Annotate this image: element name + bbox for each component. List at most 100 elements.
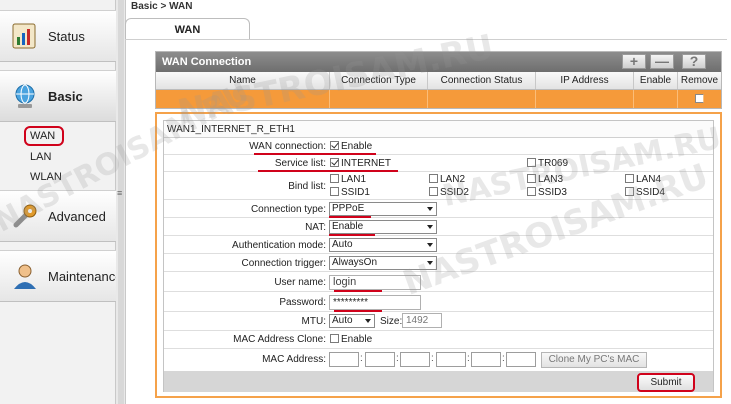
wan-connection-label: WAN connection:	[249, 141, 326, 152]
service-internet[interactable]: INTERNET	[330, 158, 391, 169]
nat-value: Enable	[332, 221, 364, 232]
bind-ssid2-label: SSID2	[440, 187, 469, 198]
chevron-down-icon	[427, 243, 433, 247]
tab-divider	[125, 39, 727, 40]
cell-remove	[678, 90, 721, 108]
mac-clone-enable-label: Enable	[341, 334, 373, 345]
wan-connection-enable-label: Enable	[341, 141, 373, 152]
bind-ssid3[interactable]: SSID3	[527, 187, 567, 198]
mac-separator: :	[467, 353, 470, 364]
auth-mode-select[interactable]: Auto	[329, 238, 437, 252]
bind-ssid2-checkbox[interactable]	[429, 187, 438, 196]
wan-form: WAN1_INTERNET_R_ETH1 WAN connection: Ena…	[163, 120, 714, 392]
password-input[interactable]: *********	[329, 295, 421, 310]
nat-select[interactable]: Enable	[329, 220, 437, 234]
bind-ssid3-checkbox[interactable]	[527, 187, 536, 196]
bind-lan1-checkbox[interactable]	[330, 174, 339, 183]
sidebar-item-basic[interactable]: Basic	[0, 70, 116, 122]
bind-ssid1[interactable]: SSID1	[330, 187, 370, 198]
column-header-connection-status: Connection Status	[428, 72, 536, 89]
username-input[interactable]: login	[329, 275, 421, 290]
sidebar-scroll-thumb[interactable]	[118, 0, 124, 404]
bind-lan4-checkbox[interactable]	[625, 174, 634, 183]
bind-ssid4[interactable]: SSID4	[625, 187, 665, 198]
cell-name	[156, 90, 330, 108]
mac-clone-checkbox[interactable]	[330, 334, 339, 343]
submit-button[interactable]: Submit	[637, 373, 695, 392]
service-tr069-checkbox[interactable]	[527, 158, 536, 167]
bind-lan4-label: LAN4	[636, 174, 662, 185]
wan-connection-checkbox[interactable]	[330, 141, 339, 150]
mac-octet-input[interactable]	[329, 352, 359, 367]
connection-type-select[interactable]: PPPoE	[329, 202, 437, 216]
service-tr069-label: TR069	[538, 158, 569, 169]
bind-ssid4-checkbox[interactable]	[625, 187, 634, 196]
tab-wan[interactable]: WAN	[125, 18, 250, 40]
wan-connection-enable[interactable]: Enable	[330, 141, 372, 152]
auth-mode-value: Auto	[332, 239, 353, 250]
bind-ssid2[interactable]: SSID2	[429, 187, 469, 198]
sidebar-item-maintenance[interactable]: Maintenance	[0, 250, 122, 302]
mtu-label: MTU:	[301, 316, 326, 327]
cell-connection-type	[330, 90, 428, 108]
breadcrumb: Basic > WAN	[131, 1, 193, 12]
service-tr069[interactable]: TR069	[527, 158, 568, 169]
sidebar-item-label: Advanced	[48, 208, 106, 224]
bind-lan4[interactable]: LAN4	[625, 174, 661, 185]
delete-connection-button[interactable]: —	[650, 54, 674, 69]
mac-address-label: MAC Address:	[262, 354, 326, 365]
table-header: Name Connection Type Connection Status I…	[156, 72, 721, 90]
bind-lan2-checkbox[interactable]	[429, 174, 438, 183]
bind-ssid1-label: SSID1	[341, 187, 370, 198]
mac-octet-input[interactable]	[400, 352, 430, 367]
sidebar-subitem-wan[interactable]: WAN	[24, 126, 64, 146]
bind-ssid3-label: SSID3	[538, 187, 567, 198]
bind-lan3-checkbox[interactable]	[527, 174, 536, 183]
sidebar-item-advanced[interactable]: Advanced	[0, 190, 116, 242]
help-button[interactable]: ?	[682, 54, 706, 69]
mtu-size-label: Size:	[380, 316, 403, 327]
bind-lan2[interactable]: LAN2	[429, 174, 465, 185]
mtu-size-input[interactable]: 1492	[402, 313, 442, 328]
bind-lan1[interactable]: LAN1	[330, 174, 366, 185]
service-internet-label: INTERNET	[341, 158, 391, 169]
add-connection-button[interactable]: +	[622, 54, 646, 69]
row-connection-type: Connection type: PPPoE	[164, 200, 713, 218]
bind-ssid1-checkbox[interactable]	[330, 187, 339, 196]
service-internet-checkbox[interactable]	[330, 158, 339, 167]
maintenance-user-icon	[10, 261, 40, 291]
remove-checkbox[interactable]	[695, 94, 704, 103]
sidebar-subitem-wlan[interactable]: WLAN	[30, 171, 62, 183]
row-mtu: MTU: Auto Size: 1492	[164, 312, 713, 331]
mac-octet-input[interactable]	[471, 352, 501, 367]
clone-mac-button[interactable]: Clone My PC's MAC	[541, 352, 647, 368]
bind-lan3-label: LAN3	[538, 174, 564, 185]
mac-octet-input[interactable]	[436, 352, 466, 367]
nat-label: NAT:	[305, 222, 326, 233]
mac-octet-input[interactable]	[365, 352, 395, 367]
grip-icon[interactable]: ≡	[117, 188, 122, 198]
table-row[interactable]	[156, 90, 721, 108]
row-connection-trigger: Connection trigger: AlwaysOn	[164, 254, 713, 272]
connection-trigger-select[interactable]: AlwaysOn	[329, 256, 437, 270]
mac-clone-enable[interactable]: Enable	[330, 334, 372, 345]
sidebar: Status Basic WAN LAN WLAN Advanced Maint…	[0, 0, 122, 404]
service-list-label: Service list:	[274, 158, 326, 169]
row-wan-connection: WAN connection: Enable	[164, 139, 713, 155]
connection-type-label: Connection type:	[250, 204, 326, 215]
chevron-down-icon	[427, 261, 433, 265]
sidebar-subitem-lan[interactable]: LAN	[30, 151, 51, 163]
wan-form-highlight: WAN1_INTERNET_R_ETH1 WAN connection: Ena…	[155, 112, 722, 398]
bind-lan2-label: LAN2	[440, 174, 466, 185]
column-header-enable: Enable	[634, 72, 678, 89]
mac-separator: :	[431, 353, 434, 364]
mtu-select[interactable]: Auto	[329, 314, 375, 328]
connection-trigger-value: AlwaysOn	[332, 257, 378, 268]
row-service-list: Service list: INTERNET TR069	[164, 155, 713, 172]
form-footer	[164, 371, 713, 392]
sidebar-item-label: Basic	[48, 88, 83, 104]
mac-octet-input[interactable]	[506, 352, 536, 367]
bind-lan3[interactable]: LAN3	[527, 174, 563, 185]
sidebar-item-status[interactable]: Status	[0, 10, 116, 62]
bind-ssid4-label: SSID4	[636, 187, 665, 198]
